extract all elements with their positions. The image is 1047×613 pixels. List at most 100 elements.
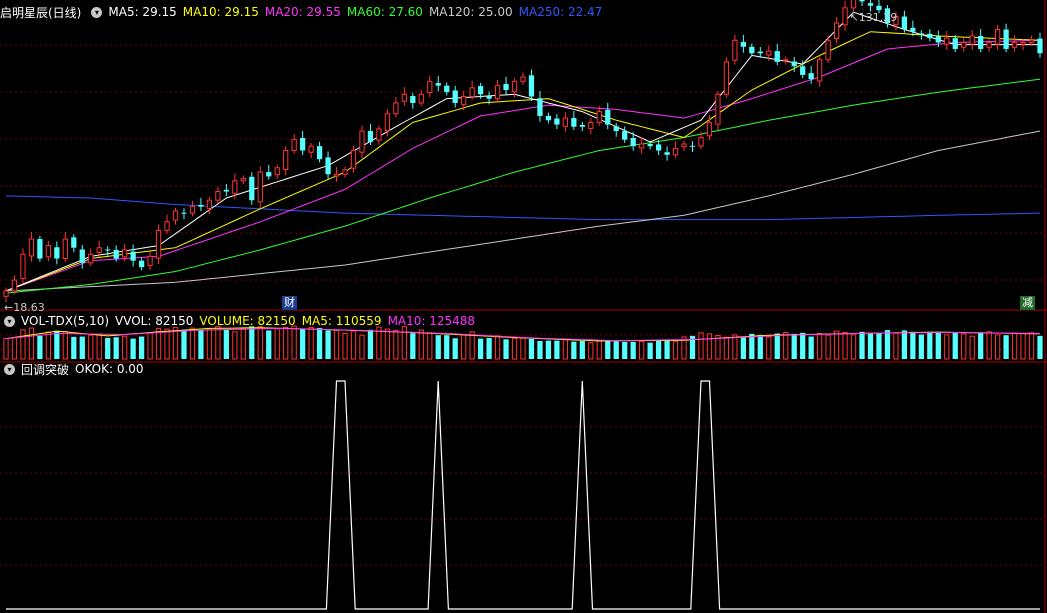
volume-bar <box>359 334 365 360</box>
candle-body <box>477 86 484 95</box>
candle-body <box>393 102 399 115</box>
volume-bar <box>884 330 891 359</box>
volume-bar <box>96 334 102 360</box>
volume-bar <box>1028 332 1035 360</box>
candle-body <box>1011 41 1018 48</box>
candle-body <box>1020 41 1026 45</box>
volume-bar <box>901 330 908 359</box>
candle-body <box>545 115 552 121</box>
candle-body <box>952 38 958 49</box>
volume-bar <box>588 342 594 360</box>
volume-bar <box>461 334 467 360</box>
candle-body <box>842 7 848 26</box>
candle-body <box>461 95 467 106</box>
candle-body <box>122 249 128 258</box>
volume-bar <box>876 332 882 359</box>
candle-body <box>689 145 696 147</box>
volume-bar <box>545 340 552 359</box>
volume-bar <box>994 334 1001 360</box>
volume-bar <box>655 340 662 359</box>
settings-toggle-icon[interactable]: ▾ <box>91 6 103 18</box>
volume-bar <box>350 330 357 360</box>
volume-bar <box>740 336 746 359</box>
candle-body <box>300 137 306 151</box>
volume-bar <box>562 339 569 360</box>
candle-body <box>766 50 772 56</box>
volume-bar <box>266 330 272 359</box>
candle-body <box>325 157 331 175</box>
candle-body <box>376 128 382 141</box>
volume-bar <box>800 332 806 359</box>
volume-bar <box>122 335 128 360</box>
ma-line-ma250 <box>5 195 1041 221</box>
volume-bar <box>494 335 501 360</box>
candle-body <box>681 143 687 148</box>
volume-bar <box>774 333 780 359</box>
volume-bar <box>486 337 492 359</box>
volume-bar <box>503 339 509 359</box>
event-tag-finance[interactable]: 财 <box>282 296 297 310</box>
candle-body <box>613 126 619 132</box>
volume-bar <box>952 332 958 359</box>
candle-body <box>342 169 348 175</box>
volume-title: VOL-TDX(5,10) <box>21 314 110 328</box>
volume-bar <box>732 334 738 360</box>
candle-body <box>257 171 263 203</box>
volume-bar <box>367 329 374 359</box>
candle-body <box>291 139 297 151</box>
candle-body <box>961 41 967 48</box>
volume-bar <box>384 328 391 360</box>
volume-bar <box>342 333 348 360</box>
volume-bar <box>528 338 535 359</box>
candle-body <box>596 111 602 123</box>
volume-bar <box>189 327 196 360</box>
volume-bar <box>316 328 323 359</box>
candle-body <box>401 93 407 102</box>
volume-bar <box>791 333 797 359</box>
volume-bar <box>571 341 577 359</box>
volume-bar <box>88 334 94 360</box>
candle-body <box>715 93 721 125</box>
volume-bar <box>223 329 229 359</box>
volume-bar <box>172 326 179 360</box>
candle-body <box>571 118 577 127</box>
volume-bar <box>477 338 484 359</box>
indicator-title: 回调突破 <box>21 362 70 377</box>
candle-body <box>554 118 560 125</box>
kline-chart-canvas: ↖131.29←18.63 <box>0 0 1047 613</box>
volume-bar <box>79 336 85 359</box>
volume-bar <box>918 334 924 359</box>
candle-body <box>384 113 391 132</box>
candle-body <box>130 251 136 261</box>
main-title: 启明星辰(日线) <box>0 5 82 20</box>
candle-body <box>850 0 857 9</box>
candle-body <box>740 42 746 47</box>
candle-body <box>605 109 611 125</box>
volume-bar <box>893 332 899 360</box>
volume-bar <box>850 334 857 360</box>
volume-bar <box>435 335 441 359</box>
candle-body <box>316 146 323 160</box>
indicator-toggle-icon[interactable]: ▾ <box>4 363 15 375</box>
candle-body <box>283 149 289 171</box>
volume-bar <box>961 333 967 360</box>
volume-bar <box>859 331 865 359</box>
candle-body <box>147 255 153 266</box>
event-tag-reduce[interactable]: 减 <box>1020 296 1035 310</box>
candle-body <box>639 143 645 149</box>
candle-body <box>935 36 941 43</box>
volume-bar <box>520 337 526 360</box>
candle-body <box>444 85 450 93</box>
volume-label: VOLUME: 82150 <box>199 314 296 328</box>
candle-body <box>71 237 77 248</box>
candle-body <box>435 83 441 86</box>
candle-body <box>274 167 280 176</box>
okok-signal-line <box>6 380 1040 610</box>
candle-body <box>800 66 806 75</box>
volume-bar <box>969 335 975 360</box>
volume-toggle-icon[interactable]: ▾ <box>4 315 15 327</box>
candle-body <box>757 51 763 54</box>
candle-body <box>215 191 221 201</box>
volume-bar <box>867 333 874 359</box>
volume-bar <box>37 335 43 359</box>
